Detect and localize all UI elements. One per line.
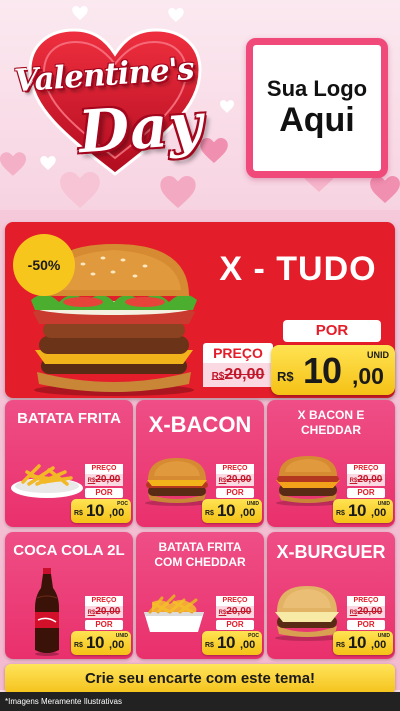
old-price: R$20,00 bbox=[216, 606, 254, 618]
product-card-batata-cheddar[interactable]: BATATA FRITA COM CHEDDAR PREÇO R$20,00 P… bbox=[136, 532, 264, 659]
cta-banner[interactable]: Crie seu encarte com este tema! bbox=[5, 664, 395, 694]
preco-label: PREÇO bbox=[347, 596, 385, 606]
price-currency: R$ bbox=[336, 642, 345, 649]
por-label: POR bbox=[347, 488, 385, 498]
fries-image bbox=[140, 590, 208, 638]
old-price: R$20,00 bbox=[216, 474, 254, 486]
old-price-value: 20,00 bbox=[226, 474, 252, 485]
heart-icon bbox=[370, 176, 400, 203]
price-integer: 10 bbox=[217, 633, 235, 652]
price-decimal: ,00 bbox=[371, 507, 387, 519]
product-card-x-burguer[interactable]: X-BURGUER PREÇO R$20,00 POR R$ 10 ,00 UN… bbox=[267, 532, 395, 659]
logo-text-line2: Aqui bbox=[279, 101, 355, 140]
heart-icon bbox=[168, 8, 184, 22]
logo-text-line1: Sua Logo bbox=[266, 76, 368, 102]
price-integer: 10 bbox=[348, 501, 366, 520]
product-name: X BACON E CHEDDAR bbox=[297, 408, 365, 437]
old-price: R$20,00 bbox=[85, 474, 123, 486]
por-label: POR bbox=[216, 620, 254, 630]
por-label: POR bbox=[216, 488, 254, 498]
product-card-x-bacon-cheddar[interactable]: X BACON E CHEDDAR PREÇO R$20,00 POR R$ 1… bbox=[267, 400, 395, 527]
discount-badge: -50% bbox=[13, 234, 75, 296]
old-price-value: 20,00 bbox=[224, 366, 265, 383]
price-decimal: ,00 bbox=[240, 639, 256, 651]
price-decimal: ,00 bbox=[240, 507, 256, 519]
preco-label: PREÇO bbox=[85, 464, 123, 474]
price-decimal: ,00 bbox=[352, 363, 384, 389]
soda-bottle-image bbox=[31, 568, 63, 659]
footer-disclaimer: *Imagens Meramente Ilustrativas bbox=[0, 692, 400, 711]
price-unit: UNID bbox=[377, 501, 390, 507]
product-name: COCA COLA 2L bbox=[13, 542, 125, 559]
price-tag: R$ 10 ,00 UNID bbox=[333, 631, 393, 655]
price-integer: 10 bbox=[86, 633, 104, 652]
product-name: X-BURGUER bbox=[276, 542, 386, 562]
old-price-value: 20,00 bbox=[357, 474, 383, 485]
price-unit: UNID bbox=[367, 350, 389, 360]
price-integer: 10 bbox=[217, 501, 235, 520]
day-title: Day bbox=[76, 89, 206, 167]
price-tag: R$ 10 ,00 POC bbox=[202, 631, 262, 655]
product-card-coca-cola[interactable]: COCA COLA 2L PREÇO R$20,00 POR R$ 10 ,00… bbox=[5, 532, 133, 659]
old-price-currency: R$ bbox=[211, 371, 225, 382]
price-unit: UNID bbox=[115, 633, 128, 639]
price-currency: R$ bbox=[277, 369, 294, 384]
price-tag: R$ 10 ,00 UNID bbox=[202, 499, 262, 523]
old-price-value: 20,00 bbox=[357, 606, 383, 617]
featured-product[interactable]: -50% X - TUDO POR PREÇO R$20,00 R$ 10 ,0… bbox=[5, 222, 395, 398]
offers-panel: -50% X - TUDO POR PREÇO R$20,00 R$ 10 ,0… bbox=[0, 210, 400, 694]
por-label: POR bbox=[85, 620, 123, 630]
preco-label: PREÇO bbox=[347, 464, 385, 474]
price-integer: 10 bbox=[303, 350, 342, 391]
fries-image bbox=[9, 456, 85, 504]
price-unit: UNID bbox=[377, 633, 390, 639]
old-price-value: 20,00 bbox=[95, 474, 121, 485]
old-price: R$20,00 bbox=[347, 606, 385, 618]
old-price: R$20,00 bbox=[85, 606, 123, 618]
logo-placeholder[interactable]: Sua Logo Aqui bbox=[246, 38, 388, 178]
price-currency: R$ bbox=[205, 510, 214, 517]
preco-label: PREÇO bbox=[216, 596, 254, 606]
header-banner: Valentine's Day Sua Logo Aqui bbox=[0, 0, 400, 210]
product-name: X-BACON bbox=[148, 412, 252, 437]
price-currency: R$ bbox=[336, 510, 345, 517]
price-unit: UNID bbox=[246, 501, 259, 507]
price-tag: R$ 10 ,00 POC bbox=[71, 499, 131, 523]
price-tag: R$ 10 ,00 UNID bbox=[71, 631, 131, 655]
product-card-batata-frita[interactable]: BATATA FRITA PREÇO R$20,00 POR R$ 10 ,00… bbox=[5, 400, 133, 527]
price-currency: R$ bbox=[74, 510, 83, 517]
old-price-value: 20,00 bbox=[95, 606, 121, 617]
price-tag: R$ 10 ,00 UNID bbox=[271, 345, 395, 395]
product-card-x-bacon[interactable]: X-BACON PREÇO R$20,00 POR R$ 10 ,00 UNID bbox=[136, 400, 264, 527]
price-currency: R$ bbox=[74, 642, 83, 649]
old-price-value: 20,00 bbox=[226, 606, 252, 617]
product-name: BATATA FRITA bbox=[17, 410, 121, 427]
heart-icon bbox=[160, 176, 196, 208]
preco-label: PREÇO bbox=[203, 343, 273, 363]
price-decimal: ,00 bbox=[109, 639, 125, 651]
featured-product-name: X - TUDO bbox=[219, 250, 377, 288]
preco-label: PREÇO bbox=[85, 596, 123, 606]
price-tag: R$ 10 ,00 UNID bbox=[333, 499, 393, 523]
old-price: R$20,00 bbox=[203, 363, 273, 387]
price-unit: POC bbox=[248, 633, 259, 639]
por-label: POR bbox=[85, 488, 123, 498]
price-decimal: ,00 bbox=[371, 639, 387, 651]
price-unit: POC bbox=[117, 501, 128, 507]
preco-label: PREÇO bbox=[216, 464, 254, 474]
heart-icon bbox=[72, 6, 88, 20]
old-price: R$20,00 bbox=[347, 474, 385, 486]
por-label: POR bbox=[283, 320, 381, 342]
price-integer: 10 bbox=[86, 501, 104, 520]
por-label: POR bbox=[347, 620, 385, 630]
product-name: BATATA FRITA COM CHEDDAR bbox=[154, 540, 246, 569]
price-integer: 10 bbox=[348, 633, 366, 652]
valentines-day-logo: Valentine's Day bbox=[8, 26, 228, 176]
price-currency: R$ bbox=[205, 642, 214, 649]
price-decimal: ,00 bbox=[109, 507, 125, 519]
